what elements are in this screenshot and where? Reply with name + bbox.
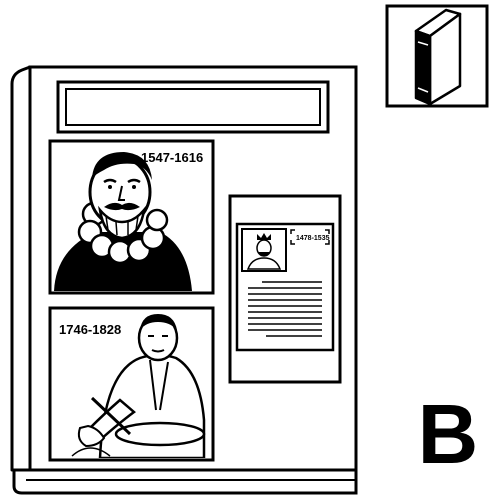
document-years: 1478-1535	[296, 235, 330, 242]
portrait-top-years: 1547-1616	[141, 150, 203, 165]
book-icon-frame	[385, 4, 489, 108]
document-portrait	[241, 228, 287, 272]
portrait-bottom-years: 1746-1828	[59, 322, 121, 337]
portrait-bottom: 1746-1828	[48, 306, 215, 462]
document-panel: 1478-1535	[228, 194, 342, 384]
corner-letter: B	[417, 387, 479, 481]
portrait-top: 1547-1616	[48, 139, 215, 295]
